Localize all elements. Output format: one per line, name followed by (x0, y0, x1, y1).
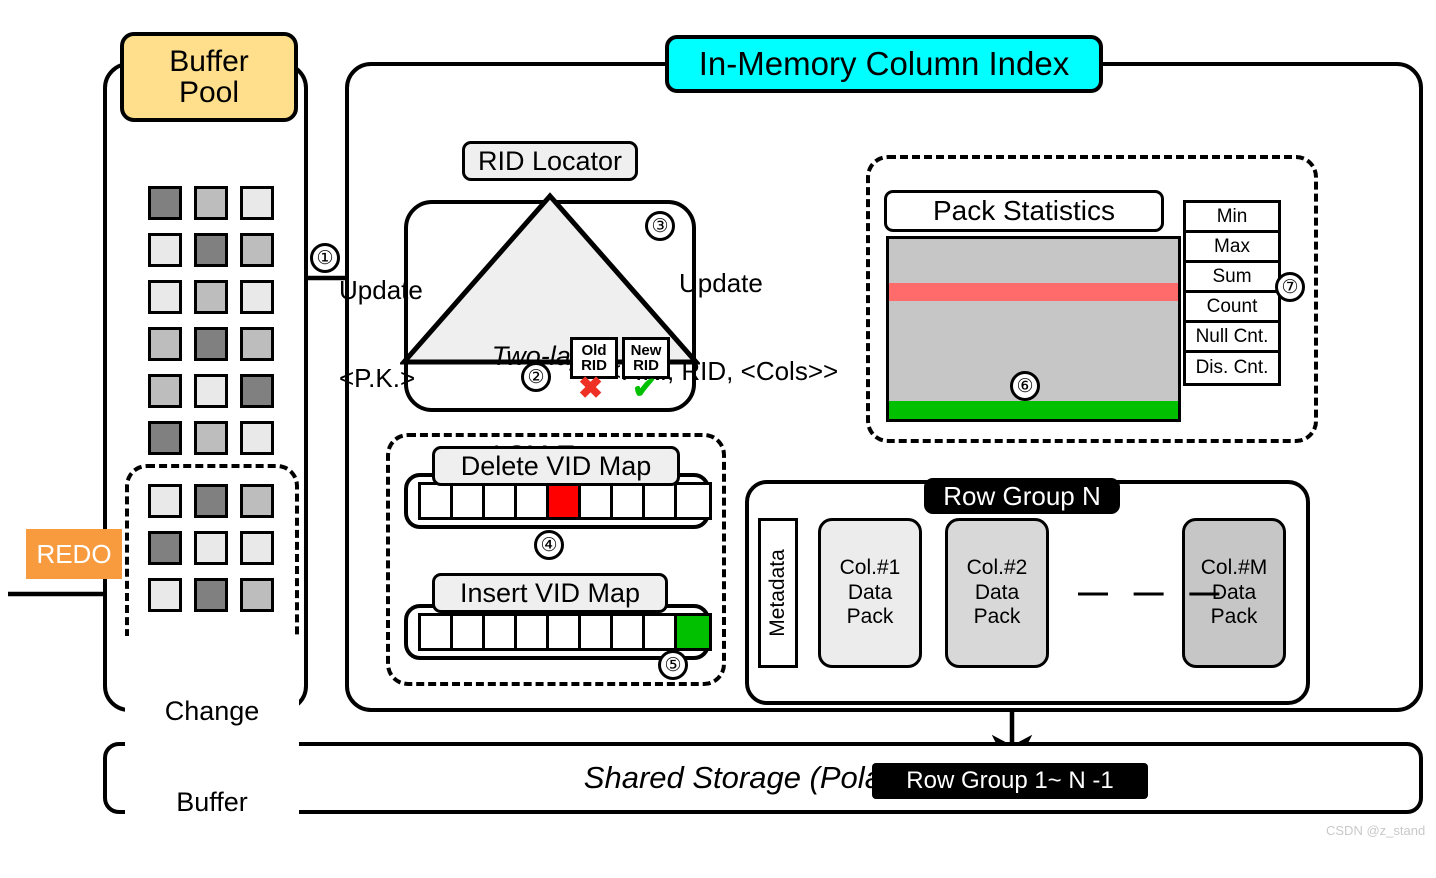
delete-vid-cell-8 (677, 485, 709, 517)
buffer-pool-cell-2-1 (194, 280, 228, 314)
insert-vid-map-title: Insert VID Map (432, 573, 668, 613)
step-6-marker: ⑥ (1010, 371, 1040, 401)
new-rid-check-icon: ✔ (632, 372, 658, 405)
stat-row-min: Min (1186, 203, 1278, 233)
insert-vid-cell-5 (581, 616, 613, 648)
step-1-label-line1: Update (339, 275, 423, 306)
stat-row-dis-cnt: Dis. Cnt. (1195, 357, 1269, 378)
buffer-pool-cell-2-0 (148, 280, 182, 314)
delete-vid-cell-0 (421, 485, 453, 517)
pack-insert-band (889, 401, 1178, 419)
step-3-marker: ③ (645, 211, 675, 241)
stat-row-sum: Sum (1186, 263, 1278, 293)
delete-vid-cell-7 (645, 485, 677, 517)
pack-statistics-table: Min Max Sum Count Null Cnt. Dis. Cnt. (1183, 200, 1281, 386)
change-buffer-cell-0-0 (148, 484, 182, 518)
column-card-1-line3: Pack (846, 605, 894, 629)
insert-vid-cell-7 (645, 616, 677, 648)
old-rid-line1: Old (581, 342, 607, 359)
change-buffer-label: Change Buffer (125, 636, 299, 878)
change-buffer-cell-1-0 (148, 531, 182, 565)
buffer-pool-title: Buffer Pool (120, 32, 298, 122)
stat-row-max: Max (1186, 233, 1278, 263)
buffer-pool-cell-1-0 (148, 233, 182, 267)
step-1-marker: ① (310, 243, 340, 273)
change-buffer-cell-0-2 (240, 484, 274, 518)
step-1-label-line2: <P.K.> (339, 362, 416, 393)
change-buffer-cell-2-0 (148, 578, 182, 612)
step-4-marker: ④ (534, 530, 564, 560)
change-buffer-cell-1-2 (240, 531, 274, 565)
insert-vid-cell-3 (517, 616, 549, 648)
row-group-title: Row Group N (924, 478, 1120, 514)
lsm-tree-label: Two-layer LSM-Tree (460, 274, 640, 538)
buffer-pool-cell-5-1 (194, 421, 228, 455)
row-group-metadata: Metadata (758, 518, 798, 668)
buffer-pool-cell-1-2 (240, 233, 274, 267)
step-2-marker: ② (521, 362, 551, 392)
pack-delete-band (889, 283, 1178, 301)
change-buffer-cell-0-1 (194, 484, 228, 518)
insert-vid-cell-6 (613, 616, 645, 648)
delete-vid-map-title: Delete VID Map (432, 446, 680, 486)
buffer-pool-cell-5-2 (240, 421, 274, 455)
insert-vid-cell-4 (549, 616, 581, 648)
old-rid-cross-icon: ✖ (578, 372, 604, 405)
step-3-label-line1: Update (679, 268, 763, 299)
shared-storage-rowgroup-badge: Row Group 1~ N -1 (872, 763, 1148, 799)
insert-vid-cell-0 (421, 616, 453, 648)
insert-vid-cell-8 (677, 616, 709, 648)
buffer-pool-cell-4-2 (240, 374, 274, 408)
pack-statistics-title: Pack Statistics (884, 190, 1164, 232)
buffer-pool-title-line2: Pool (178, 76, 240, 109)
stat-row-count: Count (1186, 293, 1278, 323)
redo-badge: REDO (26, 529, 122, 579)
row-group-metadata-label: Metadata (766, 549, 789, 637)
insert-vid-cell-1 (453, 616, 485, 648)
insert-vid-cell-2 (485, 616, 517, 648)
change-buffer-label-line1: Change (164, 696, 260, 727)
column-card-2-name: Col.#2 (966, 555, 1028, 579)
buffer-pool-cell-3-2 (240, 327, 274, 361)
buffer-pool-cell-0-1 (194, 186, 228, 220)
change-buffer-cell-2-2 (240, 578, 274, 612)
buffer-pool-cell-0-0 (148, 186, 182, 220)
step-1-label: Update <P.K.> (339, 218, 423, 451)
step-3-label: Update <P.K., RID, <Cols>> (606, 211, 838, 444)
column-card-1-name: Col.#1 (839, 555, 901, 579)
column-card-2-line3: Pack (973, 605, 1021, 629)
stat-row-null-cnt: Null Cnt. (1186, 323, 1278, 353)
buffer-pool-cell-5-0 (148, 421, 182, 455)
step-7-marker: ⑦ (1275, 272, 1305, 302)
rid-locator-title: RID Locator (462, 141, 638, 181)
column-card-1-line2: Data (847, 580, 893, 604)
shared-storage-label: Shared Storage (PolarFS) (583, 760, 943, 795)
column-ellipsis: — — — (1078, 576, 1223, 609)
column-index-title: In-Memory Column Index (665, 35, 1103, 93)
buffer-pool-cell-4-1 (194, 374, 228, 408)
column-card-2-line2: Data (974, 580, 1020, 604)
change-buffer-cell-1-1 (194, 531, 228, 565)
diagram-canvas: Buffer Pool Change Buffer REDO In-Memory… (0, 0, 1436, 878)
change-buffer-cell-2-1 (194, 578, 228, 612)
step-5-marker: ⑤ (658, 650, 688, 680)
column-card-2: Col.#2 Data Pack (945, 518, 1049, 668)
insert-vid-cells (418, 613, 712, 651)
buffer-pool-cell-0-2 (240, 186, 274, 220)
new-rid-line1: New (630, 342, 662, 359)
buffer-pool-cell-1-1 (194, 233, 228, 267)
buffer-pool-cell-3-0 (148, 327, 182, 361)
column-card-1: Col.#1 Data Pack (818, 518, 922, 668)
buffer-pool-title-line1: Buffer (169, 44, 249, 78)
watermark: CSDN @z_stand (1326, 823, 1426, 838)
buffer-pool-cell-2-2 (240, 280, 274, 314)
buffer-pool-cell-4-0 (148, 374, 182, 408)
buffer-pool-cell-3-1 (194, 327, 228, 361)
